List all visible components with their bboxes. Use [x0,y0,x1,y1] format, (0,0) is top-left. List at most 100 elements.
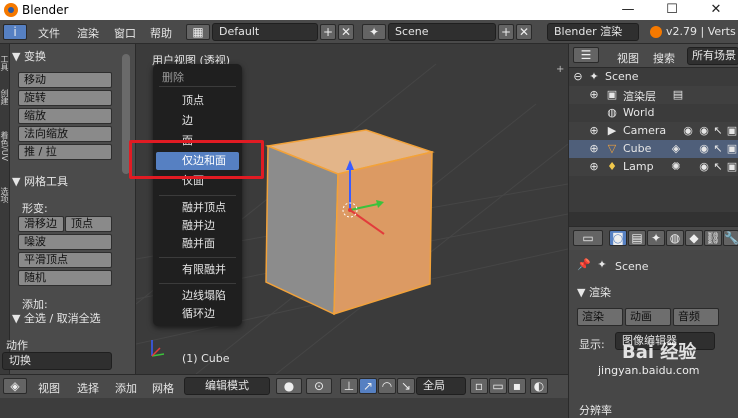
mode-dropdown[interactable]: 编辑模式 [184,377,270,395]
tab-options[interactable]: 选项 [0,180,10,210]
render-layers-tab-icon[interactable]: ▤ [628,230,646,246]
object-tab-icon[interactable]: ◆ [685,230,703,246]
title-bar: Blender — ☐ ✕ [0,0,738,20]
noise-button[interactable]: 噪波 [18,234,112,250]
transform-orientation-dropdown[interactable]: 全局 [416,377,466,395]
expand-icon[interactable]: ⊕ [587,160,601,174]
action-dropdown[interactable]: 切换 [2,352,112,370]
pin-icon[interactable]: 📌 [577,258,591,272]
render-panel-header[interactable]: ▼ 渲染 [577,284,611,300]
constraints-tab-icon[interactable]: ⛓ [704,230,722,246]
world-tab-icon[interactable]: ◍ [666,230,684,246]
add-scene-button[interactable]: + [498,24,514,40]
select-all-panel-header[interactable]: ▼ 全选 / 取消全选 [12,310,101,326]
dissolve-faces-item[interactable]: 融并面 [156,235,239,253]
layout-dropdown[interactable]: Default [212,23,318,41]
scene-tab-icon[interactable]: ✦ [647,230,665,246]
shrink-fatten-button[interactable]: 法向缩放 [18,126,112,142]
menu-add[interactable]: 添加 [115,380,137,396]
tab-shading-uv[interactable]: 着色/UV [0,116,10,176]
outliner-row-camera[interactable]: ⊕ ▶ Camera ◉ ◉ ↖ ▣ [569,122,738,140]
add-layout-button[interactable]: + [320,24,336,40]
modifiers-tab-icon[interactable]: 🔧 [723,230,738,246]
outliner-menu-view[interactable]: 视图 [617,50,639,66]
render-animation-button[interactable]: 动画 [625,308,671,326]
outliner-row-scene[interactable]: ⊖ ✦ Scene [569,68,738,86]
render-camera-icon[interactable]: ▣ [725,160,738,174]
scale-button[interactable]: 缩放 [18,108,112,124]
selectable-cursor-icon[interactable]: ↖ [711,160,725,174]
properties-editor-type-icon[interactable]: ▭ [573,230,603,246]
outliner-display-mode-dropdown[interactable]: 所有场景 [687,47,738,65]
scene-icon[interactable]: ✦ [362,24,386,40]
slide-vertex-button[interactable]: 顶点 [65,216,112,232]
menu-render[interactable]: 渲染 [77,25,99,41]
edge-collapse-item[interactable]: 边线塌陷 [156,287,239,305]
expand-icon[interactable]: ⊕ [587,88,601,102]
scene-dropdown[interactable]: Scene [388,23,496,41]
visibility-eye-icon[interactable]: ◉ [697,142,711,156]
outliner-editor-type-icon[interactable]: ☰ [573,47,599,63]
dissolve-vertices-item[interactable]: 融并顶点 [156,199,239,217]
visibility-eye-icon[interactable]: ◉ [697,124,711,138]
menu-window[interactable]: 窗口 [114,25,136,41]
menu-mesh[interactable]: 网格 [152,380,174,396]
render-camera-icon[interactable]: ▣ [725,142,738,156]
tab-create[interactable]: 创建 [0,82,10,112]
tab-tools[interactable]: 工具 [0,48,10,78]
scale-manipulator-icon[interactable]: ↘ [397,378,415,394]
pivot-icon[interactable]: ⊙ [306,378,332,394]
slide-edge-button[interactable]: 滑移边 [18,216,64,232]
render-tab-camera-icon[interactable]: ◙ [609,230,627,246]
limited-dissolve-item[interactable]: 有限融并 [156,261,239,279]
rotate-button[interactable]: 旋转 [18,90,112,106]
minimize-button[interactable]: — [606,0,650,20]
remove-scene-button[interactable]: ✕ [516,24,532,40]
render-button[interactable]: 渲染 [577,308,623,326]
menu-view[interactable]: 视图 [38,380,60,396]
transform-panel-header[interactable]: ▼ 变换 [12,48,46,64]
visibility-eye-icon[interactable]: ◉ [697,160,711,174]
expand-icon[interactable]: ⊖ [571,70,585,84]
manipulator-toggle-icon[interactable]: ⊥ [340,378,358,394]
delete-vertices-item[interactable]: 顶点 [156,92,239,110]
move-button[interactable]: 移动 [18,72,112,88]
menu-file[interactable]: 文件 [38,25,60,41]
smooth-vertex-button[interactable]: 平滑顶点 [18,252,112,268]
mesh-tools-panel-header[interactable]: ▼ 网格工具 [12,173,68,189]
editor-type-button[interactable]: ◈ [3,378,27,394]
randomize-button[interactable]: 随机 [18,270,112,286]
delete-edges-item[interactable]: 边 [156,112,239,130]
vertex-select-icon[interactable]: ▫ [470,378,488,394]
outliner-row-cube[interactable]: ⊕ ▽ Cube ◈ ◉ ↖ ▣ [569,140,738,158]
outliner-row-lamp[interactable]: ⊕ ♦ Lamp ✺ ◉ ↖ ▣ [569,158,738,176]
dissolve-edges-item[interactable]: 融并边 [156,217,239,235]
translate-manipulator-icon[interactable]: ↗ [359,378,377,394]
maximize-button[interactable]: ☐ [650,0,694,20]
selectable-cursor-icon[interactable]: ↖ [711,142,725,156]
expand-icon[interactable]: ⊕ [587,142,601,156]
editor-type-info-button[interactable]: i [3,24,27,40]
render-engine-dropdown[interactable]: Blender 渲染 [547,23,639,41]
rotate-manipulator-icon[interactable]: ◠ [378,378,396,394]
limit-selection-icon[interactable]: ◐ [530,378,548,394]
outliner-horizontal-scroll[interactable] [568,212,738,226]
outliner-row-render-layers[interactable]: ⊕ ▣ 渲染层 ▤ [569,86,738,104]
edge-loop-item[interactable]: 循环边 [156,305,239,323]
edge-select-icon[interactable]: ▭ [489,378,507,394]
outliner-row-world[interactable]: ◍ World [569,104,738,122]
outliner-menu-search[interactable]: 搜索 [653,50,675,66]
remove-layout-button[interactable]: ✕ [338,24,354,40]
render-camera-icon[interactable]: ▣ [725,124,738,138]
push-pull-button[interactable]: 推 / 拉 [18,144,112,160]
selectable-cursor-icon[interactable]: ↖ [711,124,725,138]
menu-select[interactable]: 选择 [77,380,99,396]
close-button[interactable]: ✕ [694,0,738,20]
render-audio-button[interactable]: 音频 [673,308,719,326]
shading-sphere-icon[interactable]: ● [276,378,302,394]
face-select-icon[interactable]: ▪ [508,378,526,394]
menu-help[interactable]: 帮助 [150,25,172,41]
layout-icon[interactable]: ▦ [186,24,210,40]
expand-icon[interactable]: ⊕ [587,124,601,138]
scene-icon: ✦ [589,70,599,83]
